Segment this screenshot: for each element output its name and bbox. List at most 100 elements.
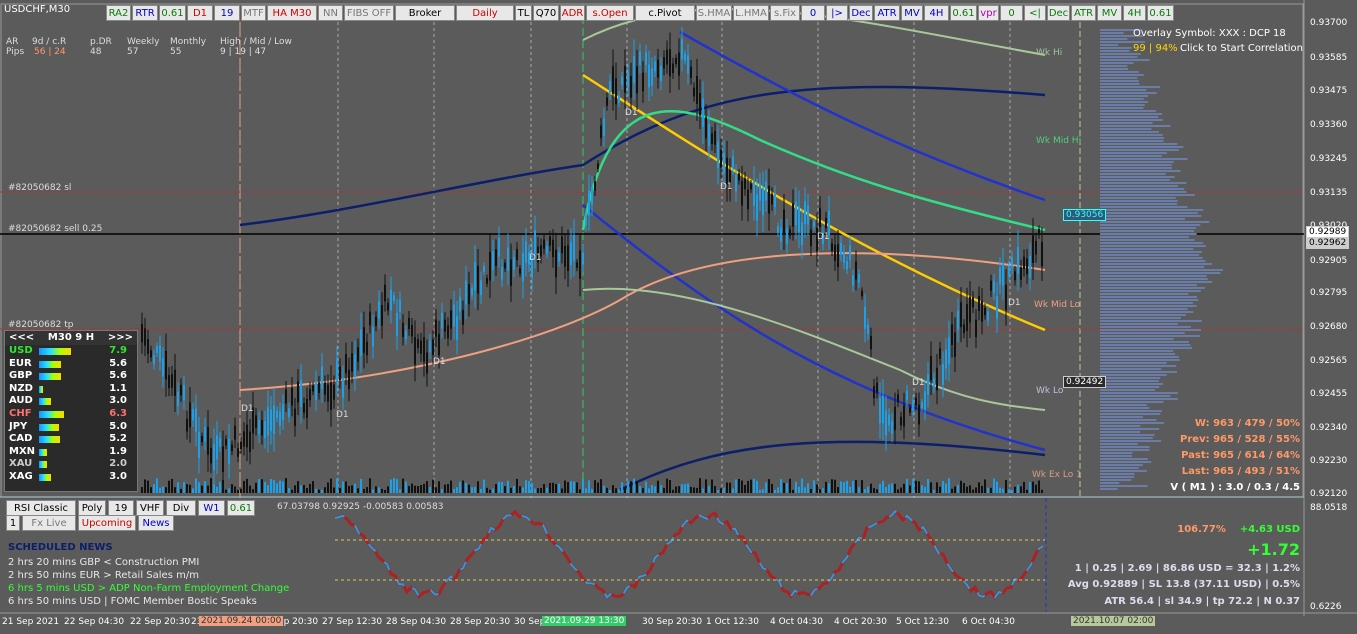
- candle-body: [639, 51, 641, 66]
- volume-bar: [312, 481, 314, 493]
- toolbar-button-daily[interactable]: Daily: [456, 5, 514, 21]
- candle-body: [642, 72, 644, 92]
- toolbar-button-0-61[interactable]: 0.61: [950, 5, 977, 21]
- indicator-button-w1[interactable]: W1: [198, 500, 225, 516]
- toolbar-button-0[interactable]: 0: [801, 5, 825, 21]
- toolbar-button-ra2[interactable]: RA2: [106, 5, 131, 21]
- toolbar-button-rtr[interactable]: RTR: [132, 5, 158, 21]
- toolbar-button-fibs-off[interactable]: FIBS OFF: [344, 5, 394, 21]
- candle-body: [534, 230, 536, 254]
- news-tab-upcoming[interactable]: Upcoming: [78, 515, 136, 531]
- toolbar-button-4h[interactable]: 4H: [924, 5, 949, 21]
- heatmap-prev-button[interactable]: <<<: [9, 331, 34, 345]
- volume-bar: [411, 483, 413, 493]
- toolbar-button--[interactable]: |>: [826, 5, 848, 21]
- indicator-button-vhf[interactable]: VHF: [136, 500, 164, 516]
- toolbar-button-ha-m30[interactable]: HA M30: [267, 5, 317, 21]
- indicator-button-poly[interactable]: Poly: [78, 500, 106, 516]
- candle-body: [411, 324, 413, 337]
- toolbar-button-l-hma[interactable]: L.HMA: [733, 5, 769, 21]
- candle-body: [600, 125, 602, 139]
- toolbar-button-0-61[interactable]: 0.61: [159, 5, 186, 21]
- toolbar-button-0[interactable]: 0: [1000, 5, 1023, 21]
- volume-bar: [756, 480, 758, 493]
- candle-body: [408, 317, 410, 329]
- range-stat-line: Last: 965 / 493 / 51%: [1181, 466, 1300, 477]
- volume-bar: [675, 486, 677, 493]
- toolbar-button-dec[interactable]: Dec: [849, 5, 873, 21]
- toolbar-button-tl[interactable]: TL: [515, 5, 532, 21]
- candle-body: [996, 296, 998, 320]
- toolbar-button-nn[interactable]: NN: [318, 5, 343, 21]
- candle-body: [789, 229, 791, 236]
- indicator-button-div[interactable]: Div: [166, 500, 196, 516]
- volume-bar: [552, 482, 554, 493]
- bid-price-tag: 0.92962: [1306, 237, 1350, 249]
- toolbar-button-q70[interactable]: Q70: [533, 5, 559, 21]
- news-tab-fx-live[interactable]: Fx Live: [22, 515, 76, 531]
- perf-usd: +4.63 USD: [1239, 524, 1300, 535]
- volume-bar: [750, 479, 752, 493]
- news-tab-news[interactable]: News: [138, 515, 174, 531]
- toolbar-button-dec[interactable]: Dec: [1047, 5, 1070, 21]
- candle-body: [177, 391, 179, 407]
- candle-body: [339, 366, 341, 381]
- strength-row-gbp: GBP 5.6: [5, 370, 137, 383]
- overlay-correlation-button[interactable]: Click to Start Correlation: [1180, 43, 1303, 54]
- range-stat-line: V ( M1 ) : 3.0 / 0.3 / 4.5: [1170, 482, 1300, 493]
- indicator-button-19[interactable]: 19: [108, 500, 134, 516]
- strength-value: 1.9: [109, 445, 127, 457]
- volume-bar: [159, 487, 161, 493]
- news-tab-1[interactable]: 1: [6, 515, 20, 531]
- toolbar-button-s-hma[interactable]: S.HMA: [696, 5, 732, 21]
- strength-value: 5.2: [109, 433, 127, 445]
- volume-bar: [213, 484, 215, 493]
- volume-bar: [837, 487, 839, 493]
- order-sl-label: #82050682 sl: [8, 183, 72, 193]
- toolbar-button-mtf[interactable]: MTF: [241, 5, 266, 21]
- toolbar-button-d1[interactable]: D1: [187, 5, 213, 21]
- toolbar-button-c-pivot[interactable]: c.Pivot: [635, 5, 695, 21]
- candle-body: [228, 438, 230, 464]
- candle-body: [762, 188, 764, 216]
- candle-body: [576, 262, 578, 268]
- candle-body: [201, 436, 203, 443]
- toolbar-button-0-61[interactable]: 0.61: [1147, 5, 1174, 21]
- candle-body: [1029, 255, 1031, 278]
- indicator-button-rsi-classic[interactable]: RSI Classic: [6, 500, 76, 516]
- volume-bar: [162, 486, 164, 493]
- candle-body: [1017, 247, 1019, 275]
- toolbar-button--[interactable]: <|: [1024, 5, 1046, 21]
- candle-body: [855, 261, 857, 280]
- range-stat-line: Prev: 965 / 528 / 55%: [1180, 434, 1300, 445]
- volume-bar: [453, 488, 455, 493]
- volume-bar: [738, 478, 740, 493]
- strength-value: 3.0: [109, 395, 127, 407]
- toolbar-button-mv[interactable]: MV: [901, 5, 923, 21]
- toolbar-button-atr[interactable]: ATR: [1071, 5, 1096, 21]
- candle-body: [432, 339, 434, 355]
- toolbar-button-19[interactable]: 19: [214, 5, 240, 21]
- candle-body: [579, 250, 581, 279]
- indicator-button-0-61[interactable]: 0.61: [227, 500, 255, 516]
- candle-body: [849, 245, 851, 260]
- strength-bar: [39, 423, 79, 431]
- volume-bar: [678, 486, 680, 493]
- price-chart[interactable]: [0, 0, 1357, 634]
- toolbar-button-adr[interactable]: ADR: [560, 5, 585, 21]
- toolbar-button-mv[interactable]: MV: [1097, 5, 1122, 21]
- toolbar-button-broker[interactable]: Broker: [395, 5, 455, 21]
- toolbar-button-vpr[interactable]: vpr: [978, 5, 999, 21]
- volume-bar: [345, 481, 347, 493]
- news-item: 6 hrs 5 mins USD > ADP Non-Farm Employme…: [8, 583, 290, 594]
- candle-body: [189, 402, 191, 428]
- candle-body: [453, 304, 455, 327]
- strength-value: 5.0: [109, 420, 127, 432]
- heatmap-next-button[interactable]: >>>: [108, 331, 133, 345]
- toolbar-button-atr[interactable]: ATR: [874, 5, 900, 21]
- toolbar-button-s-open[interactable]: s.Open: [586, 5, 634, 21]
- volume-bar: [699, 478, 701, 493]
- toolbar-button-4h[interactable]: 4H: [1123, 5, 1146, 21]
- volume-bar: [894, 483, 896, 493]
- toolbar-button-s-fix[interactable]: s.Fix: [770, 5, 800, 21]
